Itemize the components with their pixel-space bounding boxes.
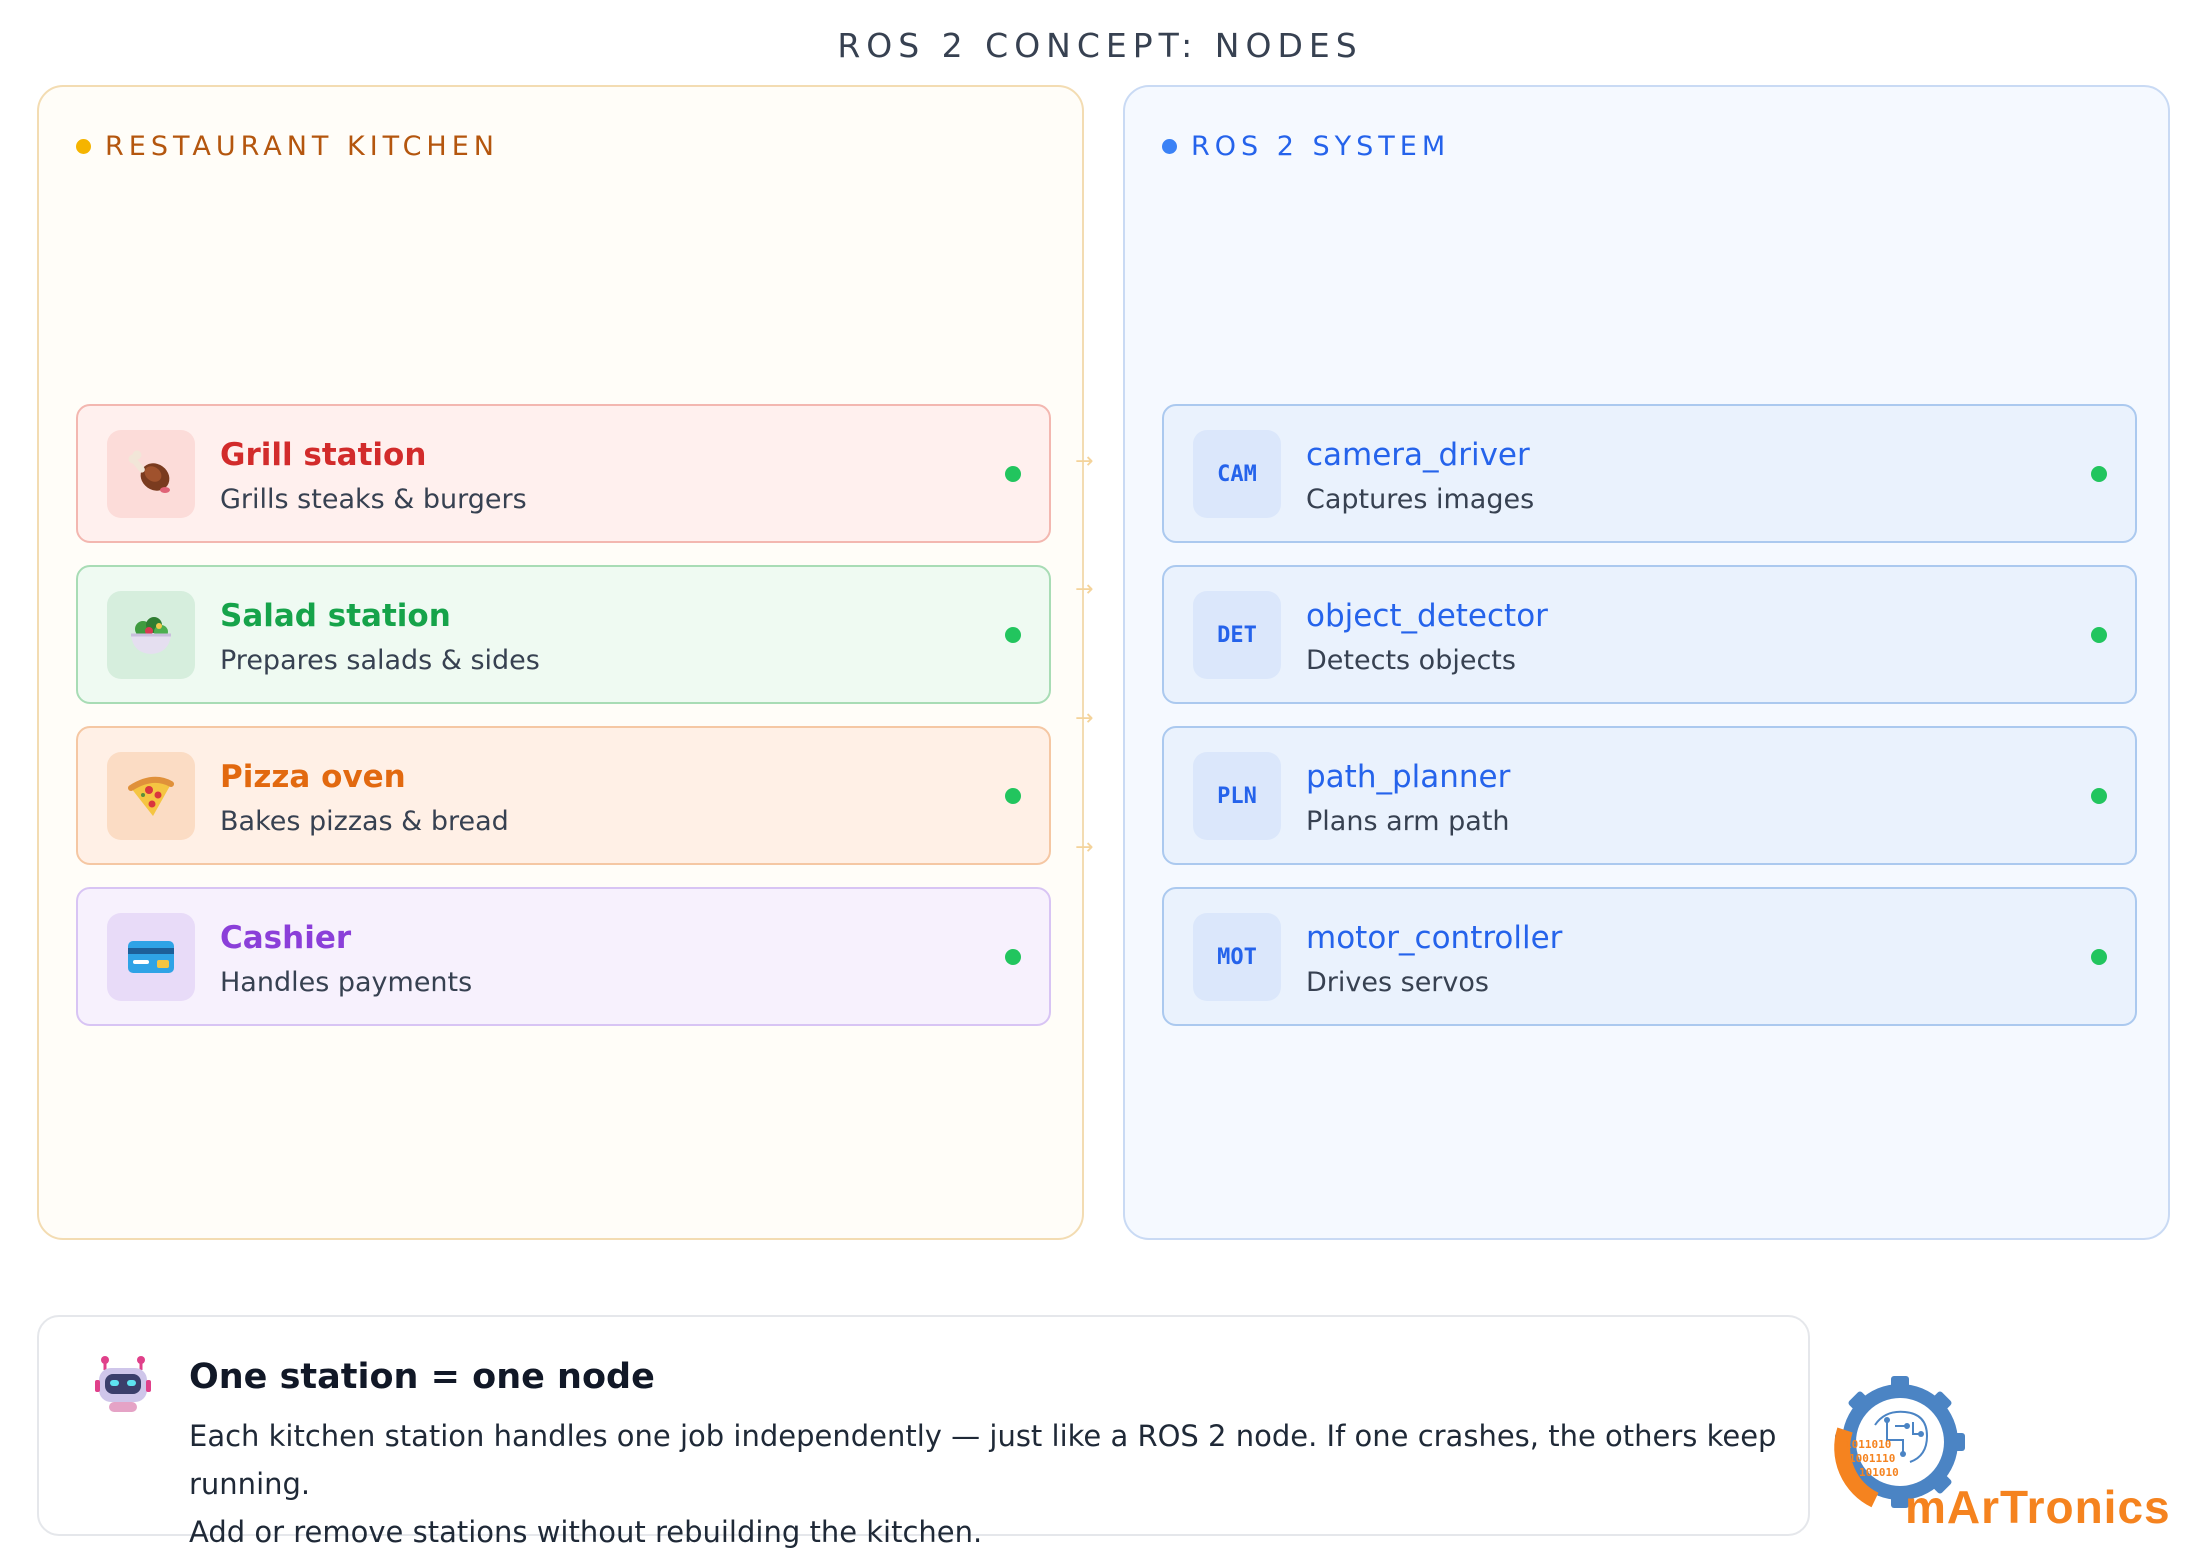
station-title: Cashier (220, 920, 352, 956)
mapping-arrow-icon: → (1075, 449, 1094, 474)
credit-card-icon (107, 913, 195, 1001)
mapping-arrow-icon: → (1075, 577, 1094, 602)
note-body-line: Each kitchen station handles one job ind… (189, 1419, 1777, 1501)
station-subtitle: Handles payments (220, 967, 473, 998)
station-card-grill: Grill station Grills steaks & burgers (76, 404, 1051, 543)
node-title: object_detector (1306, 598, 1548, 634)
kitchen-station-list: Grill station Grills steaks & burgers Sa… (76, 404, 1051, 1048)
logo-binary-line: 1011010 (1845, 1438, 1892, 1451)
station-title: Grill station (220, 437, 427, 473)
status-indicator (2091, 627, 2107, 643)
status-indicator (1005, 788, 1021, 804)
kitchen-panel: RESTAURANT KITCHEN Grill station Grills … (37, 85, 1084, 1240)
ros-panel: ROS 2 SYSTEM CAM camera_driver Captures … (1123, 85, 2170, 1240)
kitchen-panel-header: RESTAURANT KITCHEN (76, 131, 499, 162)
station-subtitle: Grills steaks & burgers (220, 484, 527, 515)
node-subtitle: Drives servos (1306, 967, 1489, 998)
station-subtitle: Bakes pizzas & bread (220, 806, 509, 837)
ros-panel-header: ROS 2 SYSTEM (1162, 131, 1450, 162)
station-subtitle: Prepares salads & sides (220, 645, 540, 676)
status-indicator (1005, 627, 1021, 643)
note-body: Each kitchen station handles one job ind… (189, 1412, 1779, 1556)
logo-binary-line: 101010 (1859, 1466, 1899, 1479)
node-card-object-detector: DET object_detector Detects objects (1162, 565, 2137, 704)
station-card-salad: Salad station Prepares salads & sides (76, 565, 1051, 704)
pizza-slice-icon (107, 752, 195, 840)
station-title: Pizza oven (220, 759, 406, 795)
ros-node-list: CAM camera_driver Captures images DET ob… (1162, 404, 2137, 1048)
robot-icon (91, 1352, 155, 1416)
node-card-camera-driver: CAM camera_driver Captures images (1162, 404, 2137, 543)
mapping-arrow-icon: → (1075, 706, 1094, 731)
page-title: ROS 2 CONCEPT: NODES (837, 26, 1363, 65)
node-code-badge: PLN (1193, 752, 1281, 840)
node-code-badge: DET (1193, 591, 1281, 679)
node-title: camera_driver (1306, 437, 1530, 473)
station-card-cashier: Cashier Handles payments (76, 887, 1051, 1026)
status-indicator (1005, 949, 1021, 965)
status-indicator (1005, 466, 1021, 482)
node-code-badge: CAM (1193, 430, 1281, 518)
logo-binary-line: 1001110 (1849, 1452, 1896, 1465)
note-body-line: Add or remove stations without rebuildin… (189, 1515, 983, 1549)
mapping-arrow-icon: → (1075, 835, 1094, 860)
status-indicator (2091, 949, 2107, 965)
martronics-logo: 1011010 1001110 101010 mArTronics (1815, 1370, 2185, 1540)
station-card-pizza: Pizza oven Bakes pizzas & bread (76, 726, 1051, 865)
summary-note: One station = one node Each kitchen stat… (37, 1315, 1810, 1549)
meat-on-bone-icon (107, 430, 195, 518)
kitchen-header-dot (76, 139, 91, 154)
station-title: Salad station (220, 598, 451, 634)
node-card-motor-controller: MOT motor_controller Drives servos (1162, 887, 2137, 1026)
node-subtitle: Detects objects (1306, 645, 1516, 676)
status-indicator (2091, 466, 2107, 482)
salad-bowl-icon (107, 591, 195, 679)
node-title: path_planner (1306, 759, 1511, 795)
status-indicator (2091, 788, 2107, 804)
node-subtitle: Captures images (1306, 484, 1535, 515)
node-code-badge: MOT (1193, 913, 1281, 1001)
ros-header-dot (1162, 139, 1177, 154)
note-title: One station = one node (189, 1357, 655, 1397)
node-title: motor_controller (1306, 920, 1563, 956)
node-card-path-planner: PLN path_planner Plans arm path (1162, 726, 2137, 865)
kitchen-header-label: RESTAURANT KITCHEN (105, 131, 499, 162)
ros-header-label: ROS 2 SYSTEM (1191, 131, 1451, 162)
logo-wordmark: mArTronics (1905, 1481, 2171, 1533)
node-subtitle: Plans arm path (1306, 806, 1510, 837)
